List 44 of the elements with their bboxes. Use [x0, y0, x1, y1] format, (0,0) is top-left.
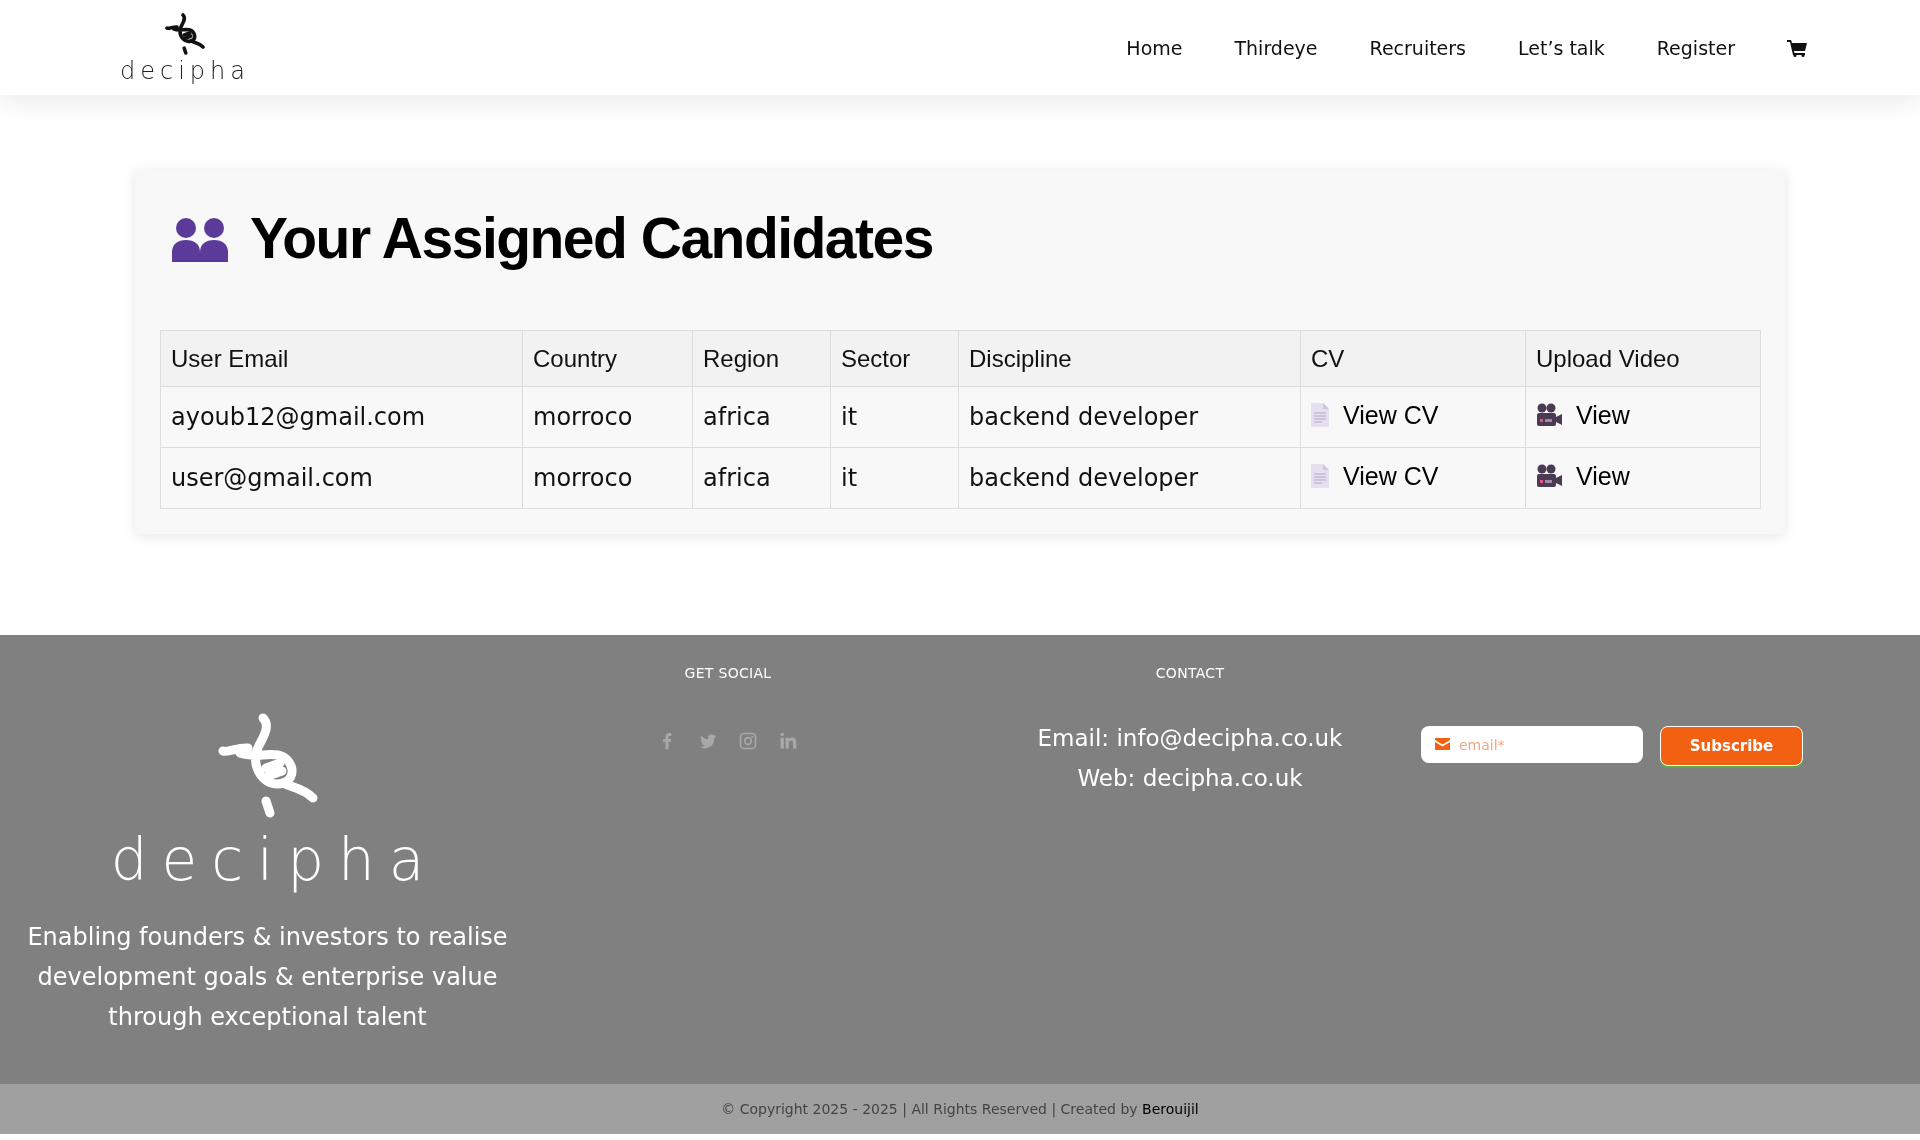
column-header: Sector — [830, 330, 959, 387]
nav-link[interactable]: Thirdeye — [1234, 36, 1318, 59]
table-cell: it — [830, 447, 959, 509]
instagram-icon[interactable] — [738, 731, 758, 751]
logo-mark-icon — [165, 12, 205, 57]
document-icon — [1311, 464, 1329, 489]
column-header: Discipline — [958, 330, 1301, 387]
table-cell: backend developer — [958, 447, 1301, 509]
cart-icon[interactable] — [1787, 38, 1807, 57]
nav-link[interactable]: Register — [1656, 36, 1735, 59]
table-cell: morroco — [522, 447, 693, 509]
column-heading: CONTACT — [1155, 665, 1225, 681]
table-cell: it — [830, 386, 959, 448]
document-icon — [1311, 403, 1329, 428]
logo-text[interactable]: decipha — [120, 58, 250, 83]
twitter-icon[interactable] — [698, 731, 718, 751]
movie-camera-icon — [1536, 403, 1562, 428]
movie-camera-icon — [1536, 464, 1562, 489]
page-title: Your Assigned Candidates — [250, 204, 933, 271]
table-cell: africa — [692, 386, 831, 448]
author-link[interactable]: Berouijil — [1142, 1101, 1199, 1117]
table-cell: africa — [692, 447, 831, 509]
table-cell: user@gmail.com — [160, 447, 523, 509]
envelope-icon — [1435, 738, 1450, 750]
column-header: Region — [692, 330, 831, 387]
tagline: Enabling founders & investors to realise development goals & enterprise value through exceptional talent — [26, 922, 509, 1033]
column-header: Country — [522, 330, 693, 387]
nav-link[interactable]: Let’s talk — [1518, 36, 1605, 59]
column-header: User Email — [160, 330, 523, 387]
copyright-text: © Copyright 2025 - 2025 | All Rights Reserved | Created by Berouijil — [721, 1101, 1199, 1117]
email-field[interactable]: email* — [1421, 726, 1643, 763]
table-cell: morroco — [522, 386, 693, 448]
view-video-link[interactable]: View — [1536, 400, 1630, 430]
view-video-link[interactable]: View — [1536, 461, 1630, 491]
nav-link[interactable]: Recruiters — [1369, 36, 1466, 59]
table-cell: ayoub12@gmail.com — [160, 386, 523, 448]
contact-website: Web: decipha.co.uk — [1077, 764, 1303, 793]
linkedin-icon[interactable] — [778, 731, 798, 751]
column-header: Upload Video — [1525, 330, 1761, 387]
contact-email: Email: info@decipha.co.uk — [1037, 724, 1343, 753]
column-header: CV — [1300, 330, 1526, 387]
column-heading: GET SOCIAL — [684, 665, 772, 681]
nav-link[interactable]: Home — [1126, 36, 1183, 59]
table-cell: backend developer — [958, 386, 1301, 448]
